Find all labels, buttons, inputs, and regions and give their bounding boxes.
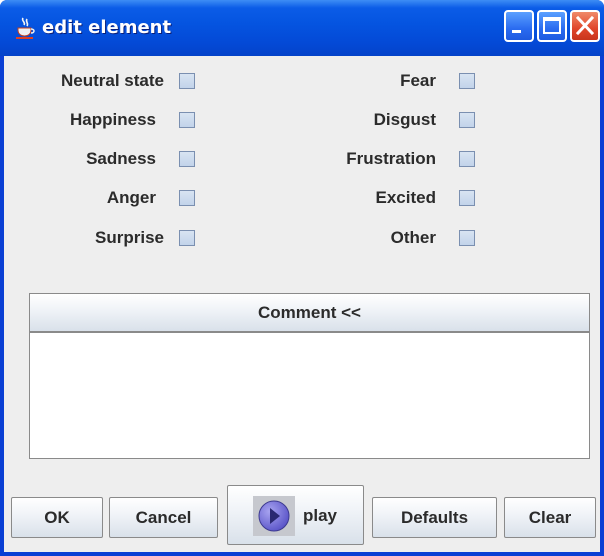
checkbox-sadness[interactable]: [179, 151, 195, 167]
label-happiness: Happiness: [70, 110, 156, 129]
defaults-button[interactable]: Defaults: [372, 497, 497, 538]
java-cup-icon: [16, 17, 35, 39]
label-disgust: Disgust: [373, 110, 436, 129]
label-other: Other: [390, 228, 436, 247]
checkbox-fear[interactable]: [459, 73, 475, 89]
ok-button[interactable]: OK: [11, 497, 103, 538]
window-title: edit element: [42, 17, 172, 38]
play-label: play: [303, 506, 338, 525]
comment-textarea[interactable]: [29, 332, 590, 459]
checkbox-neutral-state[interactable]: [179, 73, 195, 89]
close-icon: [575, 15, 595, 36]
checkbox-anger[interactable]: [179, 190, 195, 206]
comment-toggle-button[interactable]: Comment <<: [29, 293, 590, 332]
checkbox-excited[interactable]: [459, 190, 475, 206]
checkbox-disgust[interactable]: [459, 112, 475, 128]
play-button[interactable]: play: [227, 485, 364, 545]
minimize-button[interactable]: [504, 10, 534, 42]
checkbox-happiness[interactable]: [179, 112, 195, 128]
label-sadness: Sadness: [86, 149, 156, 168]
label-frustration: Frustration: [346, 149, 436, 168]
checkbox-surprise[interactable]: [179, 230, 195, 246]
label-excited: Excited: [375, 188, 436, 207]
checkbox-frustration[interactable]: [459, 151, 475, 167]
label-neutral-state: Neutral state: [61, 71, 164, 90]
maximize-button[interactable]: [537, 10, 567, 42]
label-surprise: Surprise: [95, 228, 164, 247]
label-anger: Anger: [106, 188, 156, 207]
maximize-icon: [543, 17, 561, 34]
close-button[interactable]: [570, 10, 600, 42]
minimize-icon: [512, 30, 521, 33]
cancel-button[interactable]: Cancel: [109, 497, 218, 538]
play-icon-box: [253, 496, 295, 536]
play-icon: [258, 500, 290, 532]
checkbox-other[interactable]: [459, 230, 475, 246]
clear-button[interactable]: Clear: [504, 497, 596, 538]
edit-element-window: edit element Neutral state Happiness Sad…: [0, 0, 604, 556]
title-bar[interactable]: edit element: [0, 0, 604, 56]
label-fear: Fear: [400, 71, 436, 90]
